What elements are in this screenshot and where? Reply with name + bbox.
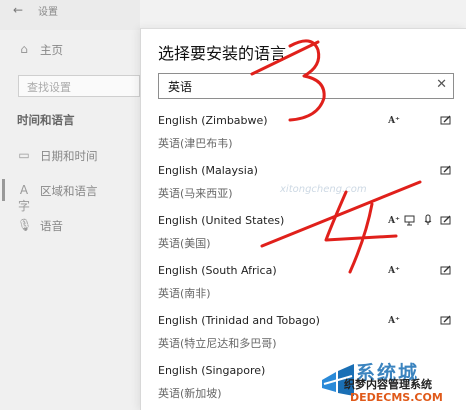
section-title: 时间和语言: [17, 113, 75, 127]
language-item[interactable]: English (Zimbabwe) 英语(津巴布韦) A⁺: [141, 111, 466, 161]
language-name: English (South Africa): [158, 264, 277, 277]
font-icon: A⁺: [388, 266, 400, 276]
watermark-line2: 织梦内容管理系统: [344, 378, 432, 391]
language-native-name: 英语(特立尼达和多巴哥): [158, 337, 277, 350]
nav-item-label: 日期和时间: [40, 149, 98, 163]
font-icon: A⁺: [388, 216, 400, 226]
font-icon: A⁺: [388, 316, 400, 326]
nav-item-label: 区域和语言: [40, 184, 98, 198]
language-name: English (Singapore): [158, 364, 266, 377]
nav-item-region-language[interactable]: A字 区域和语言: [0, 177, 140, 213]
install-language-dialog: 选择要安装的语言 英语 ✕ English (Zimbabwe) 英语(津巴布韦…: [140, 28, 466, 410]
nav-item-date-time[interactable]: ▭ 日期和时间: [0, 142, 140, 172]
settings-sidebar: ⌂ 主页 查找设置 时间和语言 ▭ 日期和时间 A字 区域和语言 🎙 语音: [0, 30, 140, 410]
language-native-name: 英语(南非): [158, 287, 211, 300]
watermark-line3: DEDECMS.COM: [350, 391, 443, 404]
handwriting-icon: [440, 264, 454, 278]
settings-search-input[interactable]: 查找设置: [18, 75, 140, 97]
watermark-ghost-text: xitongcheng.com: [280, 184, 367, 195]
microphone-icon: 🎙: [17, 218, 33, 232]
settings-titlebar: ← 设置: [0, 0, 140, 30]
language-icon: A字: [17, 183, 30, 213]
watermark-logo: 系统城 织梦内容管理系统 DEDECMS.COM: [318, 356, 466, 410]
language-item[interactable]: English (United States) 英语(美国) A⁺: [141, 211, 466, 261]
language-item[interactable]: English (South Africa) 英语(南非) A⁺: [141, 261, 466, 311]
language-native-name: 英语(津巴布韦): [158, 137, 233, 150]
back-arrow-icon[interactable]: ←: [13, 3, 23, 17]
language-item[interactable]: English (Trinidad and Tobago) 英语(特立尼达和多巴…: [141, 311, 466, 361]
handwriting-icon: [440, 214, 454, 228]
home-icon: ⌂: [20, 42, 28, 56]
language-name: English (United States): [158, 214, 285, 227]
handwriting-icon: [440, 114, 454, 128]
dialog-title: 选择要安装的语言: [158, 44, 287, 63]
language-name: English (Zimbabwe): [158, 114, 268, 127]
calendar-icon: ▭: [18, 148, 30, 162]
speech-recognition-icon: [422, 214, 436, 228]
settings-title: 设置: [38, 7, 58, 18]
language-search-value: 英语: [168, 80, 193, 94]
language-native-name: 英语(美国): [158, 237, 211, 250]
clear-icon[interactable]: ✕: [436, 77, 447, 92]
language-search-input[interactable]: 英语 ✕: [158, 73, 454, 99]
language-native-name: 英语(新加坡): [158, 387, 222, 400]
nav-item-home[interactable]: ⌂ 主页: [0, 36, 140, 66]
language-name: English (Malaysia): [158, 164, 258, 177]
language-name: English (Trinidad and Tobago): [158, 314, 320, 327]
nav-item-speech[interactable]: 🎙 语音: [0, 212, 140, 242]
font-icon: A⁺: [388, 116, 400, 126]
language-native-name: 英语(马来西亚): [158, 187, 233, 200]
nav-home-label: 主页: [40, 43, 63, 57]
handwriting-icon: [440, 314, 454, 328]
handwriting-icon: [440, 164, 454, 178]
nav-item-label: 语音: [40, 219, 63, 233]
text-to-speech-icon: [404, 214, 418, 228]
settings-search-placeholder: 查找设置: [27, 81, 71, 94]
